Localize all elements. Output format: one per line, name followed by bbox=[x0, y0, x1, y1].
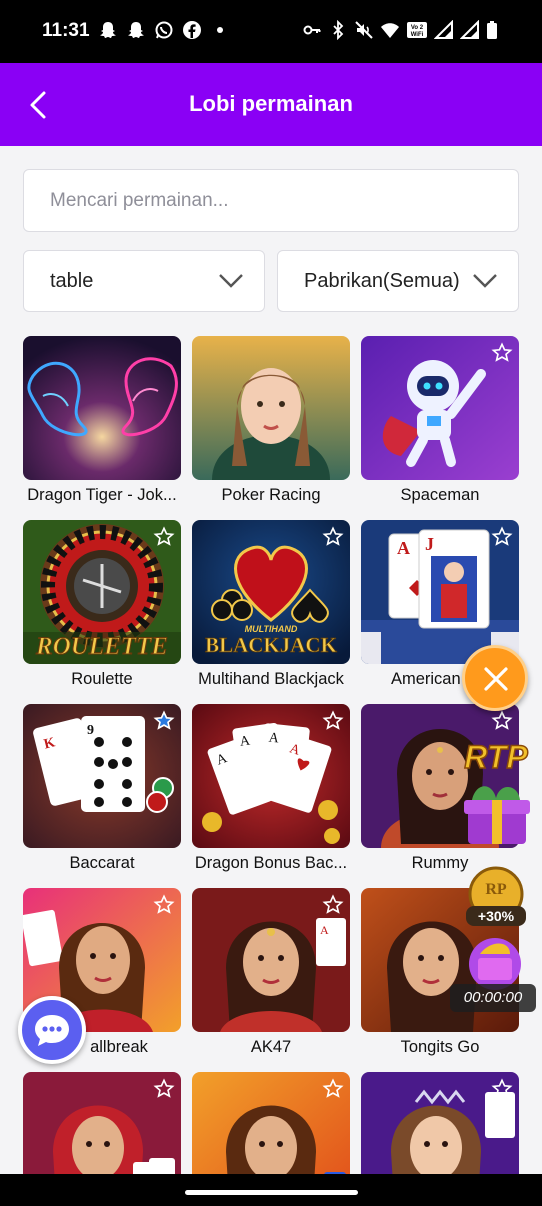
game-thumbnail[interactable] bbox=[192, 1072, 350, 1174]
svg-text:A: A bbox=[397, 538, 410, 558]
game-thumbnail[interactable] bbox=[23, 336, 181, 480]
favorite-star-icon[interactable] bbox=[153, 526, 175, 548]
favorite-star-icon[interactable] bbox=[153, 894, 175, 916]
manufacturer-select[interactable]: Pabrikan(Semua) bbox=[277, 250, 519, 312]
system-icons: Vo 2 WiFi bbox=[302, 20, 498, 40]
favorite-star-icon[interactable] bbox=[153, 1078, 175, 1100]
blackjack-logo-text: BLACKJACK bbox=[205, 633, 338, 657]
game-name: Poker Racing bbox=[221, 486, 321, 504]
favorite-star-icon[interactable] bbox=[322, 894, 344, 916]
game-name: Multihand Blackjack bbox=[198, 670, 344, 688]
game-tile[interactable] bbox=[361, 1072, 519, 1174]
bluetooth-icon bbox=[333, 20, 344, 40]
game-name: Spaceman bbox=[400, 486, 480, 504]
game-tile-poker-racing[interactable]: Poker Racing bbox=[192, 336, 350, 505]
game-tile[interactable] bbox=[192, 1072, 350, 1174]
svg-text:9: 9 bbox=[87, 723, 94, 738]
game-name: Baccarat bbox=[69, 854, 135, 872]
game-thumbnail[interactable]: A J bbox=[361, 520, 519, 664]
favorite-star-icon[interactable] bbox=[491, 342, 513, 364]
game-name: Tongits Go bbox=[400, 1038, 480, 1056]
app-header: Lobi permainan bbox=[0, 63, 542, 146]
game-tile-dragon-bonus-baccarat[interactable]: A A A A Dragon Bonus Bac... bbox=[192, 704, 350, 873]
game-thumbnail[interactable] bbox=[361, 336, 519, 480]
dot-icon bbox=[217, 27, 223, 33]
promo-timer: 00:00:00 bbox=[450, 984, 536, 1012]
game-thumbnail[interactable]: A A A A bbox=[192, 704, 350, 848]
category-select-value: table bbox=[50, 270, 94, 292]
game-tile-multihand-blackjack[interactable]: MULTIHAND BLACKJACK Multihand Blackjack bbox=[192, 520, 350, 689]
gift-promo-icon[interactable] bbox=[460, 930, 530, 990]
dragon-tiger-art bbox=[23, 336, 181, 480]
vowifi-icon: Vo 2WiFi bbox=[407, 22, 427, 38]
chat-support-button[interactable] bbox=[18, 996, 86, 1064]
system-nav-bar bbox=[0, 1174, 542, 1206]
game-thumbnail[interactable]: ROULETTE bbox=[23, 520, 181, 664]
notification-icons bbox=[98, 20, 230, 40]
coin-bonus-label: +30% bbox=[478, 908, 515, 924]
category-select[interactable]: table bbox=[23, 250, 265, 312]
favorite-star-icon[interactable] bbox=[491, 1078, 513, 1100]
chevron-down-icon bbox=[219, 274, 243, 288]
chat-icon bbox=[35, 1015, 69, 1046]
whatsapp-icon bbox=[155, 21, 173, 39]
facebook-icon bbox=[183, 21, 201, 39]
svg-text:J: J bbox=[425, 534, 434, 554]
game-thumbnail[interactable] bbox=[192, 336, 350, 480]
svg-text:WiFi: WiFi bbox=[411, 32, 424, 38]
svg-text:A: A bbox=[320, 923, 329, 937]
snapchat-icon bbox=[128, 22, 144, 38]
favorite-star-icon[interactable] bbox=[322, 710, 344, 732]
coin-letters: RP bbox=[485, 881, 507, 898]
mute-icon bbox=[355, 21, 373, 39]
home-gesture-handle[interactable] bbox=[185, 1190, 358, 1195]
wifi-icon bbox=[381, 23, 399, 38]
game-thumbnail[interactable]: MULTIHAND BLACKJACK bbox=[192, 520, 350, 664]
search-input[interactable] bbox=[23, 169, 519, 232]
favorite-star-icon[interactable] bbox=[153, 710, 175, 732]
favorite-star-icon[interactable] bbox=[322, 1078, 344, 1100]
favorite-star-icon[interactable] bbox=[491, 526, 513, 548]
game-thumbnail[interactable]: A bbox=[192, 888, 350, 1032]
game-tile-spaceman[interactable]: Spaceman bbox=[361, 336, 519, 505]
game-thumbnail[interactable] bbox=[361, 1072, 519, 1174]
close-promo-button[interactable] bbox=[462, 645, 528, 711]
chevron-down-icon bbox=[473, 274, 497, 288]
signal-icon bbox=[460, 20, 479, 39]
snapchat-icon bbox=[100, 22, 116, 38]
game-thumbnail[interactable] bbox=[23, 1072, 181, 1174]
bonus-coin-badge[interactable]: RP +30% bbox=[460, 866, 532, 932]
key-icon bbox=[303, 25, 321, 35]
status-bar: 11:31 Vo 2 WiFi bbox=[0, 0, 542, 63]
signal-icon bbox=[434, 20, 453, 39]
game-tile-ak47[interactable]: A AK47 bbox=[192, 888, 350, 1057]
battery-icon bbox=[487, 21, 497, 39]
game-name: Dragon Tiger - Jok... bbox=[27, 486, 177, 504]
rtp-text: RTP bbox=[464, 739, 528, 775]
game-tile-dragon-tiger[interactable]: Dragon Tiger - Jok... bbox=[23, 336, 181, 505]
manufacturer-select-value: Pabrikan(Semua) bbox=[304, 270, 460, 292]
game-name: Roulette bbox=[71, 670, 133, 688]
game-name: AK47 bbox=[250, 1038, 292, 1056]
status-time: 11:31 bbox=[42, 20, 90, 41]
roulette-logo-text: ROULETTE bbox=[35, 633, 168, 660]
game-tile[interactable] bbox=[23, 1072, 181, 1174]
favorite-star-icon[interactable] bbox=[322, 526, 344, 548]
close-icon bbox=[484, 667, 508, 691]
game-tile-roulette[interactable]: ROULETTE Roulette bbox=[23, 520, 181, 689]
rtp-promo-badge[interactable]: RTP bbox=[458, 728, 534, 848]
game-name: Dragon Bonus Bac... bbox=[194, 854, 348, 872]
game-thumbnail[interactable]: K 9 bbox=[23, 704, 181, 848]
game-tile-baccarat[interactable]: K 9 Baccarat bbox=[23, 704, 181, 873]
svg-text:Vo 2: Vo 2 bbox=[411, 25, 424, 31]
poker-racing-art bbox=[192, 336, 350, 480]
page-title: Lobi permainan bbox=[189, 91, 353, 116]
